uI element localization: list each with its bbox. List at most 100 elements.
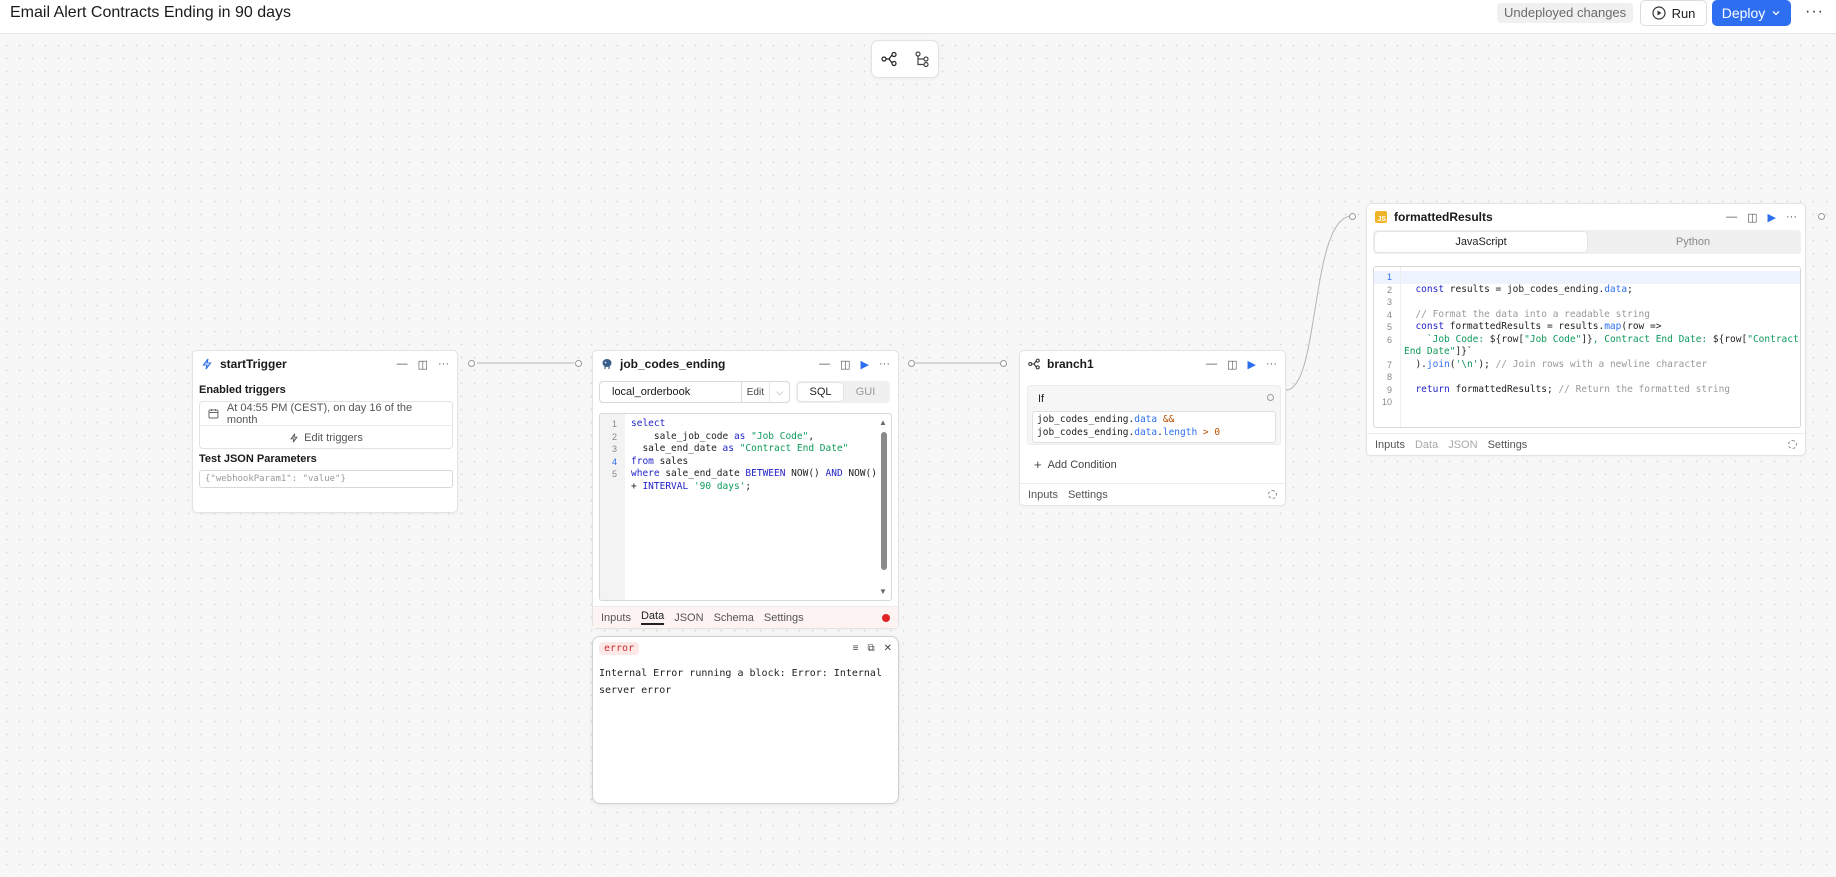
job-codes-output-port[interactable] <box>908 360 915 367</box>
code-token: AND <box>825 468 843 479</box>
deploy-label: Deploy <box>1721 5 1766 21</box>
tab-settings[interactable]: Settings <box>764 612 804 624</box>
code-line: return formattedResults; // Return the f… <box>1404 384 1799 397</box>
sql-editor[interactable]: 1 2 3 4 5 select sale_job_code as "Job C… <box>599 413 892 601</box>
formatted-results-input-port[interactable] <box>1349 213 1356 220</box>
run-block-icon[interactable]: ▶ <box>1768 211 1776 224</box>
error-output-panel: error ≡ ⧉ ✕ Internal Error running a blo… <box>592 636 899 804</box>
node-header: JS formattedResults — ◫ ▶ ··· <box>1367 204 1805 230</box>
tab-json[interactable]: JSON <box>1448 439 1477 451</box>
node-title: branch1 <box>1047 357 1094 371</box>
node-tabs: Inputs Data JSON Schema Settings <box>593 606 898 628</box>
test-json-input[interactable]: {"webhookParam1": "value"} <box>199 470 453 488</box>
scroll-up-icon[interactable]: ▲ <box>879 418 887 427</box>
branch1-node[interactable]: branch1 — ◫ ▶ ··· If job_codes_ending.da… <box>1019 350 1286 506</box>
split-view-icon[interactable]: ◫ <box>840 358 850 371</box>
node-header: branch1 — ◫ ▶ ··· <box>1020 351 1285 377</box>
line-number: 3 <box>611 444 617 454</box>
run-block-icon[interactable]: ▶ <box>1248 358 1256 371</box>
code-token: results = job_codes_ending. <box>1444 283 1605 295</box>
start-trigger-output-port[interactable] <box>468 360 475 367</box>
code-token: '90 days' <box>688 480 746 492</box>
formatted-results-output-port[interactable] <box>1818 213 1825 220</box>
job-codes-ending-node[interactable]: job_codes_ending — ◫ ▶ ··· local_orderbo… <box>592 350 899 629</box>
more-icon[interactable]: ··· <box>438 358 449 370</box>
line-number: 4 <box>611 456 617 467</box>
tab-settings[interactable]: Settings <box>1068 489 1108 501</box>
code-line: End Date"]}` <box>1404 346 1799 359</box>
minimize-icon[interactable]: — <box>397 358 408 370</box>
tab-inputs[interactable]: Inputs <box>1375 439 1405 451</box>
deploy-button[interactable]: Deploy <box>1712 0 1791 26</box>
edit-triggers-button[interactable]: Edit triggers <box>200 426 452 449</box>
minimize-icon[interactable]: — <box>1206 358 1217 370</box>
split-view-icon[interactable]: ◫ <box>1747 211 1757 224</box>
minimize-icon[interactable]: — <box>819 358 830 370</box>
run-button[interactable]: Run <box>1640 0 1707 26</box>
tab-json[interactable]: JSON <box>674 612 703 624</box>
split-view-icon[interactable]: ◫ <box>1227 358 1237 371</box>
code-token: map <box>1604 321 1622 332</box>
trigger-item[interactable]: At 04:55 PM (CEST), on day 16 of the mon… <box>200 402 452 426</box>
run-block-icon[interactable]: ▶ <box>861 358 869 371</box>
code-token: "Job Code" <box>745 430 809 442</box>
code-token: const <box>1404 321 1445 332</box>
tab-data[interactable]: Data <box>640 610 665 625</box>
code-line: from sales <box>631 456 877 469</box>
resource-select[interactable]: local_orderbook Edit ⌵ <box>599 381 790 403</box>
loading-icon <box>1788 440 1797 449</box>
wrap-icon[interactable]: ≡ <box>853 643 859 654</box>
edit-resource-button[interactable]: Edit <box>740 382 769 402</box>
line-number-gutter: 1 2 3 4 5 <box>600 414 625 600</box>
job-codes-input-port[interactable] <box>575 360 582 367</box>
code-line: + INTERVAL '90 days'; <box>631 481 877 494</box>
add-condition-button[interactable]: + Add Condition <box>1034 457 1117 472</box>
code-token: // Return the formatted string <box>1558 383 1731 395</box>
tab-schema[interactable]: Schema <box>714 612 754 624</box>
gui-mode-tab[interactable]: GUI <box>843 383 888 401</box>
minimize-icon[interactable]: — <box>1726 211 1737 223</box>
tab-inputs[interactable]: Inputs <box>1028 489 1058 501</box>
more-icon[interactable]: ··· <box>879 358 890 370</box>
code-token: join <box>1426 358 1450 370</box>
more-icon[interactable]: ··· <box>1786 211 1797 223</box>
start-trigger-node[interactable]: startTrigger — ◫ ··· Enabled triggers At… <box>192 350 458 513</box>
code-token: length <box>1162 426 1198 438</box>
sql-mode-tab[interactable]: SQL <box>798 383 843 401</box>
javascript-tab[interactable]: JavaScript <box>1375 232 1587 252</box>
javascript-editor[interactable]: 1 2 3 4 5 6 7 8 9 10 const results = job… <box>1373 266 1801 428</box>
code-token: ]}` <box>1455 346 1473 357</box>
node-title: formattedResults <box>1394 210 1493 224</box>
tree-view-icon[interactable] <box>914 51 930 67</box>
tab-settings[interactable]: Settings <box>1488 439 1528 451</box>
tab-inputs[interactable]: Inputs <box>601 612 631 624</box>
javascript-code: const results = job_codes_ending.data; /… <box>1404 271 1799 409</box>
expand-icon[interactable]: ⧉ <box>867 643 874 654</box>
code-token: INTERVAL <box>642 480 689 492</box>
condition-port-icon[interactable] <box>1267 394 1274 401</box>
line-number: 2 <box>611 431 617 442</box>
code-token: data <box>1604 283 1628 295</box>
plus-icon: + <box>1034 457 1042 472</box>
scrollbar[interactable]: ▲ ▼ <box>879 418 889 596</box>
close-icon[interactable]: ✕ <box>884 643 892 654</box>
code-token: where <box>631 468 660 479</box>
line-number <box>1374 346 1392 359</box>
condition-input[interactable]: job_codes_ending.data && job_codes_ending… <box>1032 411 1276 443</box>
more-icon[interactable]: ··· <box>1266 358 1277 370</box>
tab-data[interactable]: Data <box>1415 439 1438 451</box>
formatted-results-node[interactable]: JS formattedResults — ◫ ▶ ··· JavaScript… <box>1366 203 1806 456</box>
chevron-down-icon[interactable]: ⌵ <box>769 382 789 402</box>
lightning-icon <box>290 433 298 442</box>
scroll-thumb[interactable] <box>881 432 887 570</box>
split-view-icon[interactable]: ◫ <box>418 358 428 371</box>
branch-input-port[interactable] <box>1000 360 1007 367</box>
code-token: // Join rows with a newline character <box>1495 358 1708 370</box>
python-tab[interactable]: Python <box>1587 232 1799 252</box>
graph-view-icon[interactable] <box>880 51 897 67</box>
code-token: ${row[ <box>1712 333 1748 345</box>
if-label: If <box>1038 393 1045 405</box>
scroll-down-icon[interactable]: ▼ <box>879 587 887 596</box>
more-menu-icon[interactable]: ··· <box>1805 3 1824 21</box>
code-line: job_codes_ending.data.length > 0 <box>1037 427 1271 440</box>
